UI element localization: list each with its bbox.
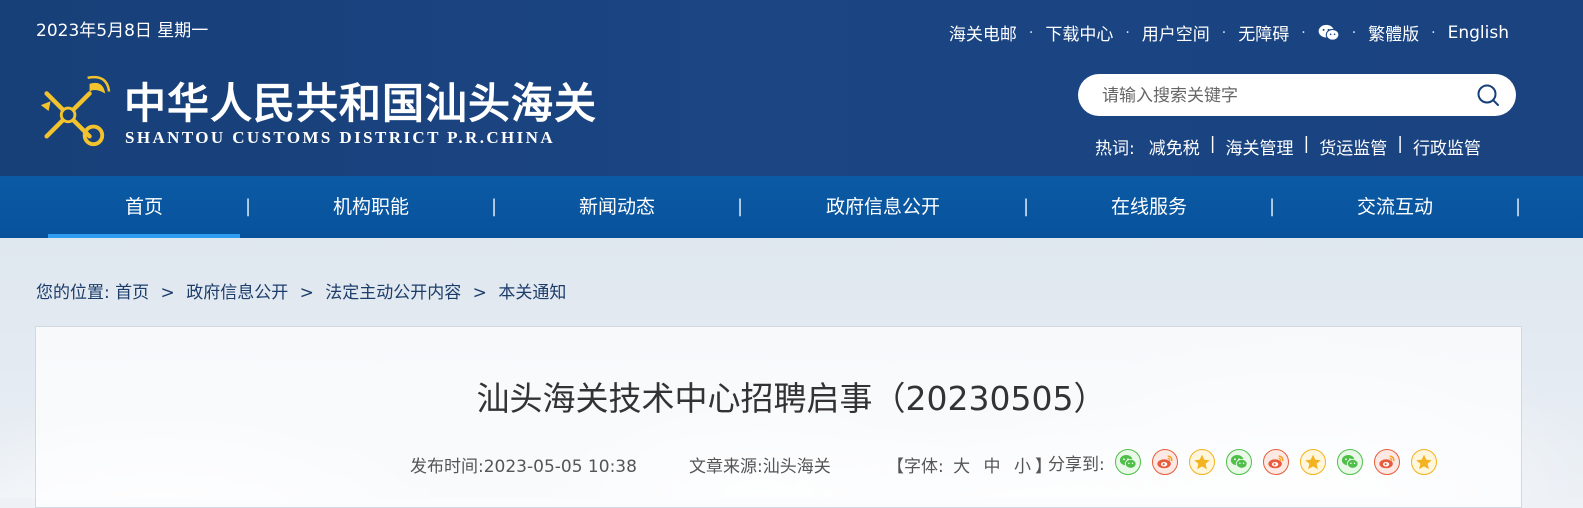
hot-words: 热词: 减免税 | 海关管理 | 货运监管 | 行政监管	[1095, 134, 1481, 159]
separator-dot: ·	[1221, 24, 1227, 41]
hot-words-label: 热词:	[1095, 139, 1135, 159]
customs-emblem-logo[interactable]	[33, 72, 111, 150]
publish-time: 2023-05-05 10:38	[483, 457, 637, 477]
share-wechat-icon[interactable]	[1114, 449, 1141, 475]
separator-dot: ·	[1028, 24, 1034, 41]
hot-word-link[interactable]: 减免税	[1149, 134, 1200, 159]
font-size-open: 【字体:	[887, 457, 944, 477]
breadcrumb-separator: >	[299, 283, 314, 303]
nav-separator: |	[737, 196, 744, 217]
top-link-traditional[interactable]: 繁體版	[1368, 20, 1419, 45]
site-header: 2023年5月8日 星期一 海关电邮 · 下载中心 · 用户空间 · 无障碍 ·…	[0, 0, 1583, 176]
publish-info: 发布时间:2023-05-05 10:38	[410, 452, 637, 477]
separator: |	[1209, 134, 1216, 154]
top-link-user-space[interactable]: 用户空间	[1142, 20, 1210, 45]
font-size-control: 【字体: 大 中 小】	[887, 452, 1052, 477]
nav-separator: |	[1269, 196, 1276, 217]
share-weibo-icon[interactable]	[1373, 449, 1400, 475]
share-wechat-icon[interactable]	[1225, 449, 1252, 475]
nav-item-functions[interactable]: 机构职能	[290, 176, 452, 238]
search-input[interactable]	[1100, 74, 1464, 118]
separator: |	[1397, 134, 1403, 154]
separator-dot: ·	[1351, 24, 1357, 41]
breadcrumb-statutory[interactable]: 法定主动公开内容	[325, 283, 461, 303]
hot-word-link[interactable]: 货运监管	[1319, 134, 1387, 159]
breadcrumb-notices[interactable]: 本关通知	[498, 283, 566, 303]
hot-word-link[interactable]: 行政监管	[1413, 134, 1481, 159]
font-size-small[interactable]: 小	[1014, 457, 1031, 477]
source-label: 文章来源:	[689, 457, 763, 477]
breadcrumb-separator: >	[160, 283, 175, 303]
source-value: 汕头海关	[762, 457, 831, 477]
share-bar: 分享到:	[1048, 449, 1448, 475]
nav-separator: |	[1023, 196, 1030, 217]
font-size-medium[interactable]: 中	[984, 457, 1001, 477]
nav-separator: |	[1515, 196, 1522, 217]
top-link-email[interactable]: 海关电邮	[949, 20, 1017, 45]
top-link-download[interactable]: 下载中心	[1045, 20, 1113, 45]
share-label: 分享到:	[1048, 454, 1105, 475]
font-size-large[interactable]: 大	[953, 457, 970, 477]
search-icon[interactable]	[1476, 83, 1500, 107]
nav-item-interaction[interactable]: 交流互动	[1314, 176, 1476, 238]
share-qzone-icon[interactable]	[1299, 449, 1326, 475]
breadcrumb-home[interactable]: 首页	[115, 283, 149, 303]
separator-dot: ·	[1431, 24, 1436, 41]
article-title: 汕头海关技术中心招聘启事（20230505）	[476, 379, 1107, 418]
top-link-english[interactable]: English	[1448, 23, 1509, 43]
share-qzone-icon[interactable]	[1410, 449, 1437, 475]
nav-item-home[interactable]: 首页	[48, 176, 240, 238]
search-box	[1078, 74, 1516, 118]
nav-item-gov-info[interactable]: 政府信息公开	[793, 176, 973, 238]
site-title-en: SHANTOU CUSTOMS DISTRICT P.R.CHINA	[125, 128, 556, 147]
nav-separator: |	[491, 196, 498, 217]
separator-dot: ·	[1125, 24, 1130, 41]
publish-label: 发布时间:	[410, 457, 484, 477]
nav-item-online-service[interactable]: 在线服务	[1068, 176, 1230, 238]
site-title-cn: 中华人民共和国汕头海关	[124, 79, 598, 128]
breadcrumb-separator: >	[472, 283, 487, 303]
breadcrumb: 您的位置: 首页 > 政府信息公开 > 法定主动公开内容 > 本关通知	[36, 278, 566, 303]
separator: |	[1303, 134, 1310, 154]
top-links: 海关电邮 · 下载中心 · 用户空间 · 无障碍 · · 繁體版 · Engli…	[949, 20, 1509, 46]
share-qzone-icon[interactable]	[1188, 449, 1215, 475]
wechat-icon[interactable]	[1318, 24, 1340, 42]
top-link-accessibility[interactable]: 无障碍	[1238, 20, 1289, 45]
source-info: 文章来源:汕头海关	[689, 452, 831, 477]
nav-separator: |	[245, 196, 252, 217]
share-icon-list	[1114, 449, 1448, 475]
breadcrumb-label: 您的位置:	[36, 283, 110, 303]
nav-item-news[interactable]: 新闻动态	[536, 176, 698, 238]
share-weibo-icon[interactable]	[1151, 449, 1178, 475]
header-date: 2023年5月8日 星期一	[36, 21, 209, 41]
share-wechat-icon[interactable]	[1336, 449, 1363, 475]
share-weibo-icon[interactable]	[1262, 449, 1289, 475]
main-nav: 首页 | 机构职能 | 新闻动态 | 政府信息公开 | 在线服务 | 交流互动 …	[0, 176, 1583, 238]
breadcrumb-gov-info[interactable]: 政府信息公开	[186, 283, 288, 303]
separator-dot: ·	[1301, 24, 1306, 41]
hot-word-link[interactable]: 海关管理	[1225, 134, 1293, 159]
